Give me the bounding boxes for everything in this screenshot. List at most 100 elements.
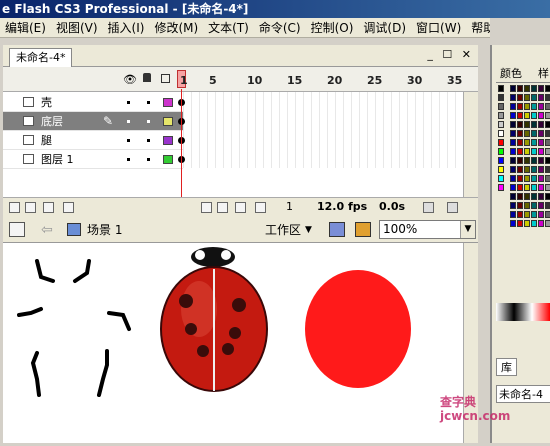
- color-swatch[interactable]: [545, 220, 550, 227]
- color-swatch[interactable]: [531, 166, 537, 173]
- document-tab[interactable]: 未命名-4*: [9, 48, 73, 67]
- color-swatch[interactable]: [545, 175, 550, 182]
- stage[interactable]: [3, 243, 478, 443]
- color-swatch[interactable]: [510, 121, 516, 128]
- menu-edit[interactable]: 编辑(E): [0, 18, 51, 37]
- back-arrow-icon[interactable]: ⇦: [41, 217, 53, 243]
- color-swatch[interactable]: [538, 121, 544, 128]
- color-swatch[interactable]: [510, 184, 516, 191]
- window-controls[interactable]: _ ☐ ✕: [427, 48, 474, 61]
- color-swatch[interactable]: [510, 175, 516, 182]
- edit-multiple-icon[interactable]: [255, 202, 266, 213]
- layer-row-bottom[interactable]: 底层 ✎: [3, 112, 183, 131]
- add-folder-icon[interactable]: [43, 202, 54, 213]
- color-swatch[interactable]: [545, 85, 550, 92]
- gradient-swatch[interactable]: [496, 303, 550, 321]
- color-swatch[interactable]: [517, 103, 523, 110]
- menu-window[interactable]: 窗口(W): [411, 18, 466, 37]
- color-swatch[interactable]: [538, 193, 544, 200]
- visibility-dot[interactable]: [127, 158, 130, 161]
- color-swatch[interactable]: [545, 103, 550, 110]
- color-swatch[interactable]: [498, 112, 504, 119]
- color-swatch[interactable]: [531, 157, 537, 164]
- color-swatch[interactable]: [517, 184, 523, 191]
- color-swatch[interactable]: [538, 220, 544, 227]
- color-swatch[interactable]: [510, 220, 516, 227]
- scroll-left-icon[interactable]: [423, 202, 434, 213]
- color-swatch[interactable]: [510, 157, 516, 164]
- color-swatch[interactable]: [545, 130, 550, 137]
- color-swatch[interactable]: [545, 121, 550, 128]
- color-swatch[interactable]: [545, 148, 550, 155]
- onion-skin-icon[interactable]: [217, 202, 228, 213]
- color-swatch[interactable]: [498, 157, 504, 164]
- color-swatch[interactable]: [524, 103, 530, 110]
- color-swatch[interactable]: [510, 211, 516, 218]
- lock-dot[interactable]: [147, 101, 150, 104]
- color-swatch[interactable]: [531, 94, 537, 101]
- color-swatch[interactable]: [524, 184, 530, 191]
- tab-color[interactable]: 颜色: [500, 65, 522, 83]
- onion-outline-icon[interactable]: [235, 202, 246, 213]
- color-swatch[interactable]: [545, 166, 550, 173]
- menu-debug[interactable]: 调试(D): [358, 18, 411, 37]
- library-tab[interactable]: 库: [496, 358, 517, 376]
- menu-commands[interactable]: 命令(C): [254, 18, 306, 37]
- color-swatch[interactable]: [531, 220, 537, 227]
- menu-modify[interactable]: 修改(M): [149, 18, 203, 37]
- color-swatch[interactable]: [498, 139, 504, 146]
- color-swatch[interactable]: [524, 193, 530, 200]
- color-swatch[interactable]: [524, 130, 530, 137]
- color-swatch[interactable]: [498, 130, 504, 137]
- timeline-toggle-icon[interactable]: [9, 222, 25, 237]
- layer-color-box[interactable]: [163, 98, 173, 107]
- color-swatch[interactable]: [517, 193, 523, 200]
- color-swatch[interactable]: [531, 139, 537, 146]
- color-swatch[interactable]: [524, 166, 530, 173]
- color-swatch[interactable]: [538, 184, 544, 191]
- color-swatch[interactable]: [524, 211, 530, 218]
- color-swatch[interactable]: [498, 103, 504, 110]
- color-swatch[interactable]: [538, 202, 544, 209]
- ladybug[interactable]: [160, 247, 268, 392]
- chevron-down-icon[interactable]: ▼: [305, 217, 312, 243]
- color-swatches[interactable]: [496, 85, 550, 233]
- lock-icon[interactable]: [143, 73, 151, 82]
- color-swatch[interactable]: [498, 85, 504, 92]
- color-swatch[interactable]: [498, 166, 504, 173]
- color-swatch[interactable]: [498, 184, 504, 191]
- visibility-dot[interactable]: [127, 120, 130, 123]
- trash-icon[interactable]: [63, 202, 74, 213]
- edit-symbol-icon[interactable]: [329, 222, 345, 237]
- color-swatch[interactable]: [545, 94, 550, 101]
- color-swatch[interactable]: [538, 112, 544, 119]
- workspace-dropdown[interactable]: 工作区: [265, 217, 301, 243]
- color-swatch[interactable]: [531, 148, 537, 155]
- color-swatch[interactable]: [538, 85, 544, 92]
- color-swatch[interactable]: [538, 94, 544, 101]
- color-swatch[interactable]: [498, 175, 504, 182]
- color-swatch[interactable]: [510, 166, 516, 173]
- color-swatch[interactable]: [531, 193, 537, 200]
- color-swatch[interactable]: [510, 148, 516, 155]
- color-swatch[interactable]: [524, 139, 530, 146]
- color-swatch[interactable]: [510, 103, 516, 110]
- menu-insert[interactable]: 插入(I): [103, 18, 150, 37]
- scroll-right-icon[interactable]: [447, 202, 458, 213]
- lock-dot[interactable]: [147, 158, 150, 161]
- color-swatch[interactable]: [545, 139, 550, 146]
- lock-dot[interactable]: [147, 139, 150, 142]
- frames-grid[interactable]: [183, 92, 463, 168]
- color-swatch[interactable]: [517, 85, 523, 92]
- eye-icon[interactable]: 👁: [123, 73, 137, 86]
- color-swatch[interactable]: [517, 94, 523, 101]
- menu-view[interactable]: 视图(V): [51, 18, 103, 37]
- ladybug-legs[interactable]: [17, 259, 131, 397]
- color-swatch[interactable]: [517, 202, 523, 209]
- color-swatch[interactable]: [538, 130, 544, 137]
- color-swatch[interactable]: [510, 139, 516, 146]
- color-swatch[interactable]: [531, 121, 537, 128]
- color-swatch[interactable]: [517, 121, 523, 128]
- color-swatch[interactable]: [517, 157, 523, 164]
- layer-row-shell[interactable]: 壳: [3, 93, 183, 112]
